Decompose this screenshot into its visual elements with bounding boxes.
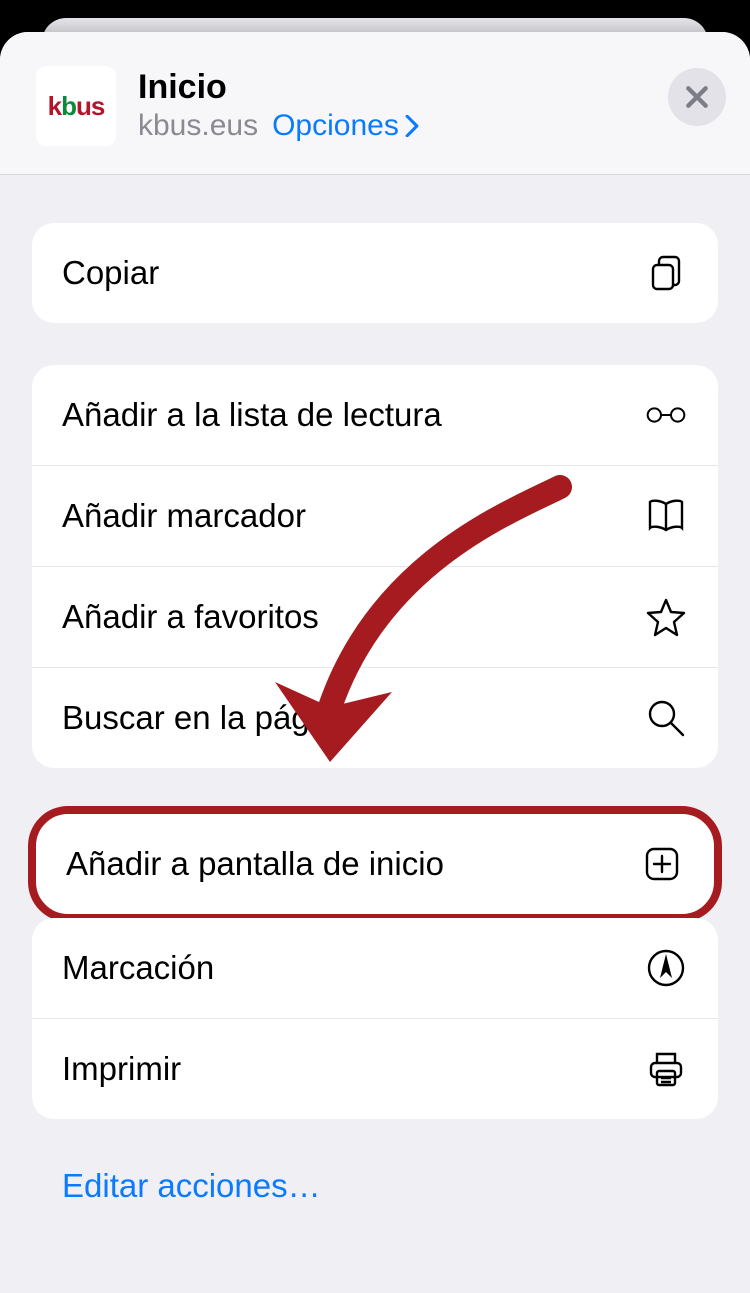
action-find[interactable]: Buscar en la página [32, 667, 718, 768]
options-label: Opciones [272, 109, 399, 143]
action-favorites-label: Añadir a favoritos [62, 598, 644, 636]
printer-icon [644, 1047, 688, 1091]
action-reading-list[interactable]: Añadir a la lista de lectura [32, 365, 718, 465]
edit-actions-link[interactable]: Editar acciones… [32, 1161, 718, 1245]
page-title: Inicio [138, 69, 724, 106]
action-bookmark-label: Añadir marcador [62, 497, 644, 535]
share-sheet: kbus Inicio kbus.eus Opciones Copiar [0, 32, 750, 1293]
action-group-extras: Marcación Imprimir [32, 918, 718, 1119]
action-reading-list-label: Añadir a la lista de lectura [62, 396, 644, 434]
site-icon-text: kbus [48, 91, 105, 122]
action-group-highlighted: Añadir a pantalla de inicio [28, 806, 722, 922]
action-markup[interactable]: Marcación [32, 918, 718, 1018]
action-print[interactable]: Imprimir [32, 1018, 718, 1119]
markup-icon [644, 946, 688, 990]
action-group-main: Añadir a la lista de lectura Añadir marc… [32, 365, 718, 768]
page-subtitle: kbus.eus Opciones [138, 109, 724, 143]
action-find-label: Buscar en la página [62, 699, 644, 737]
options-link[interactable]: Opciones [272, 109, 419, 143]
plus-square-icon [640, 842, 684, 886]
magnifying-glass-icon [644, 696, 688, 740]
sheet-header: kbus Inicio kbus.eus Opciones [0, 32, 750, 175]
action-favorites[interactable]: Añadir a favoritos [32, 566, 718, 667]
sheet-content: Copiar Añadir a la lista de lectura Añad… [0, 175, 750, 1245]
close-icon [684, 84, 710, 110]
site-icon: kbus [36, 66, 116, 146]
close-button[interactable] [668, 68, 726, 126]
glasses-icon [644, 393, 688, 437]
copy-icon [644, 251, 688, 295]
star-icon [644, 595, 688, 639]
action-print-label: Imprimir [62, 1050, 644, 1088]
chevron-right-icon [405, 115, 419, 137]
header-text-block: Inicio kbus.eus Opciones [138, 69, 724, 142]
action-markup-label: Marcación [62, 949, 644, 987]
action-copy-label: Copiar [62, 254, 644, 292]
action-add-home[interactable]: Añadir a pantalla de inicio [36, 814, 714, 914]
action-add-home-label: Añadir a pantalla de inicio [66, 845, 640, 883]
action-copy[interactable]: Copiar [32, 223, 718, 323]
action-group-copy: Copiar [32, 223, 718, 323]
book-icon [644, 494, 688, 538]
page-domain: kbus.eus [138, 109, 258, 143]
action-bookmark[interactable]: Añadir marcador [32, 465, 718, 566]
